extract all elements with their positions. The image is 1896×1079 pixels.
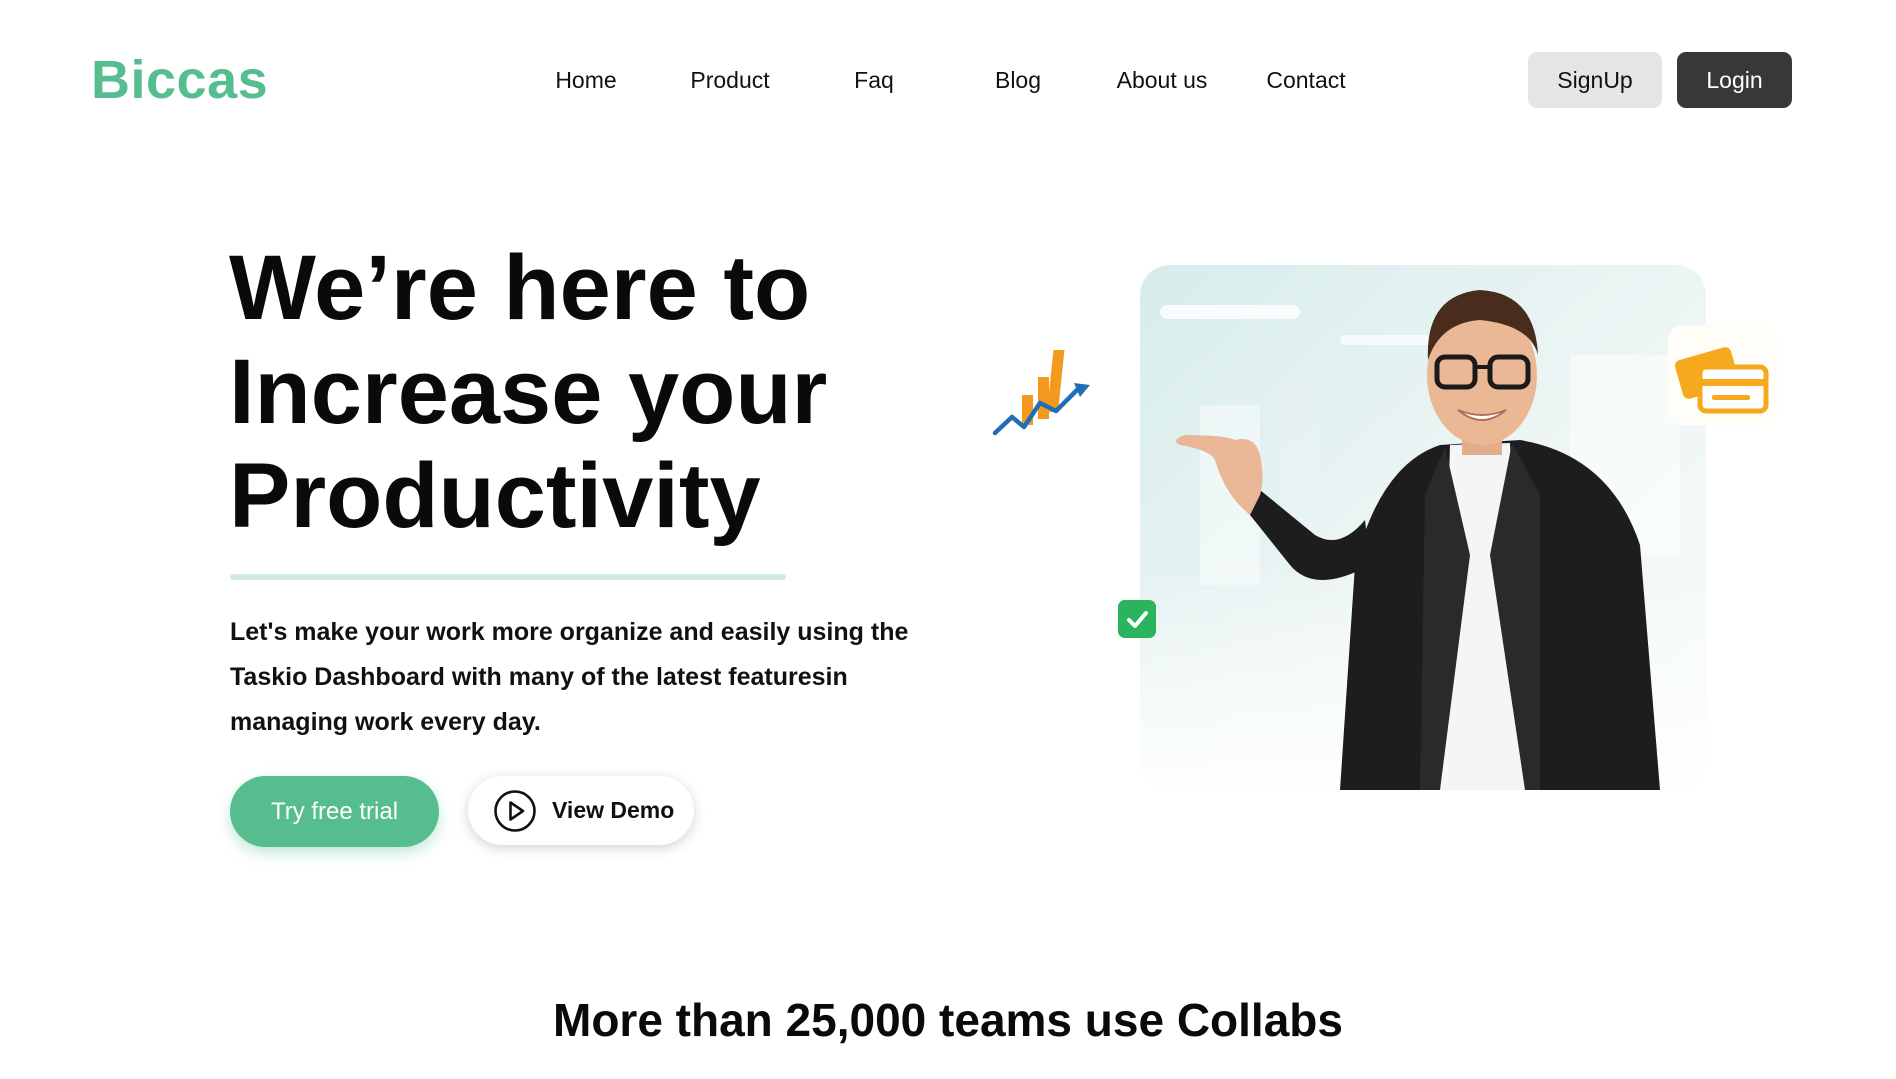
nav-item-blog[interactable]: Blog [995,60,1041,100]
nav-item-faq[interactable]: Faq [854,60,894,100]
check-icon [1118,600,1156,638]
hero-title-line: Increase your [229,341,828,443]
hero-title-line: We’re here to [229,237,811,339]
credit-card-icon [1668,325,1778,425]
view-demo-label: View Demo [552,797,675,823]
nav-item-home[interactable]: Home [555,60,616,100]
hero-person-image [1140,265,1706,790]
hero-title-underline [230,574,786,580]
view-demo-button[interactable]: View Demo [468,776,694,845]
teams-heading: More than 25,000 teams use Collabs [553,994,1343,1046]
hero-subtitle: Let's make your work more organize and e… [230,610,990,745]
nav-item-contact[interactable]: Contact [1266,60,1345,100]
hero-subtitle-line: managing work every day. [230,708,541,736]
hero-title-line: Productivity [229,445,761,547]
signup-button[interactable]: SignUp [1528,52,1662,108]
nav-item-about-us[interactable]: About us [1117,60,1208,100]
hero-subtitle-line: Let's make your work more organize and e… [230,618,909,646]
hero-subtitle-line: Taskio Dashboard with many of the latest… [230,663,848,691]
login-button[interactable]: Login [1677,52,1792,108]
nav-item-product[interactable]: Product [690,60,769,100]
hero-title: We’re here to Increase your Productivity [229,236,929,548]
play-circle-icon [494,790,536,832]
try-free-trial-button[interactable]: Try free trial [230,776,439,847]
growth-chart-icon [992,350,1090,436]
